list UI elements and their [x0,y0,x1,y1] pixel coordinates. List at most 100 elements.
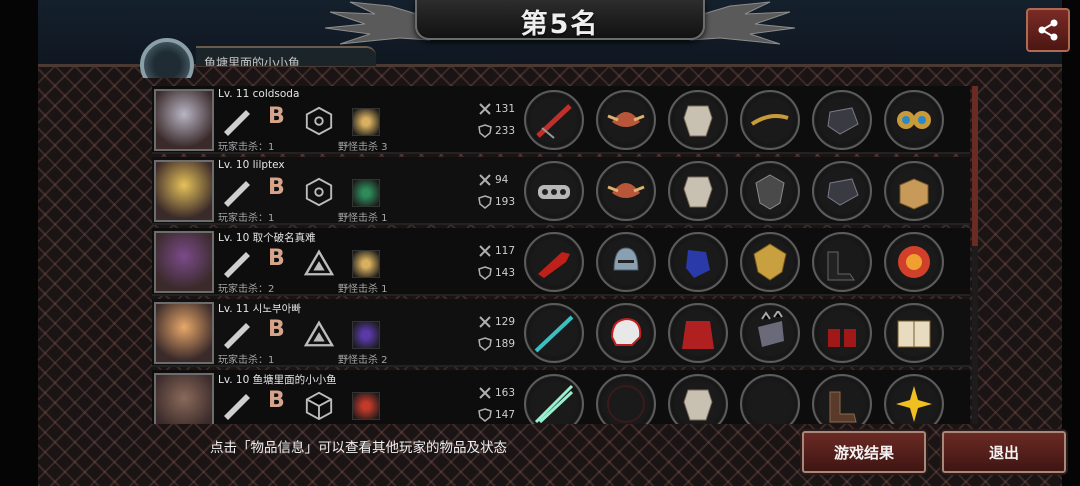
item-slot[interactable] [740,161,800,221]
player-list[interactable]: Lv. 11 coldsoda B 玩家击杀：1 野怪击杀 3 131 233 … [152,86,970,424]
monster-kill-count: 野怪击杀 3 [338,142,388,153]
player-row[interactable]: Lv. 10 取个破名真难 B 玩家击杀：2 野怪击杀 1 117 143 [152,228,970,296]
monster-kill-count: 野怪击杀 1 [338,213,388,224]
crossed-swords-icon [479,245,491,257]
item-slot[interactable] [524,161,584,221]
hint-text: 点击「物品信息」可以查看其他玩家的物品及状态 [210,440,507,456]
red-jacket-icon [682,321,714,349]
scrollbar[interactable] [972,86,978,424]
empty-slot [748,382,792,424]
item-slot[interactable] [884,303,944,363]
pet-icon [352,108,380,136]
cardboard-box-icon [899,178,929,210]
crossed-swords-icon [479,103,491,115]
item-slot[interactable] [812,374,872,424]
item-slot[interactable] [596,303,656,363]
defense-value: 143 [495,267,516,279]
item-slot[interactable] [524,303,584,363]
player-row[interactable]: Lv. 10 lilptex B 玩家击杀：1 野怪击杀 1 94 193 [152,157,970,225]
class-icon [305,106,333,136]
item-slot[interactable] [812,303,872,363]
game-result-button[interactable]: 游戏结果 [802,431,926,473]
pet-icon [352,321,380,349]
item-slot[interactable] [812,232,872,292]
defense-value: 147 [495,409,516,421]
avatar[interactable] [154,89,214,151]
share-icon [1038,19,1058,41]
player-level-name: Lv. 11 coldsoda [218,88,300,100]
exit-button[interactable]: 退出 [942,431,1066,473]
dark-ring-icon [607,385,645,423]
item-slot[interactable] [812,90,872,150]
silver-armor-icon [683,176,713,208]
crossed-swords-icon [479,387,491,399]
shield-icon [478,337,492,351]
player-row[interactable]: Lv. 11 coldsoda B 玩家击杀：1 野怪击杀 3 131 233 [152,86,970,154]
weapon-type-icon [224,110,250,136]
defense-stat: 233 [478,124,515,138]
weapon-type-icon [224,323,250,349]
item-slot[interactable] [596,90,656,150]
yellow-flower-icon [896,386,932,422]
crossed-swords-icon [479,174,491,186]
attack-value: 117 [495,245,516,257]
pvp-kill-count: 玩家击杀：1 [218,213,275,224]
item-slot[interactable] [596,161,656,221]
avatar[interactable] [154,160,214,222]
avatar[interactable] [154,373,214,424]
avatar[interactable] [154,302,214,364]
red-heels-icon [828,329,856,347]
item-slot[interactable] [524,232,584,292]
right-edge [1062,0,1080,486]
light-saber-icon [534,384,574,424]
attack-value: 163 [495,387,516,399]
item-slot[interactable] [884,232,944,292]
monster-kill-count: 野怪击杀 1 [338,284,388,295]
dark-shield-icon [755,174,785,210]
item-slot[interactable] [884,374,944,424]
scrollbar-thumb[interactable] [972,86,978,246]
player-row[interactable]: Lv. 11 시노부아빠 B 玩家击杀：1 野怪击杀 2 129 189 [152,299,970,367]
attack-value: 131 [495,103,516,115]
item-slot[interactable] [668,232,728,292]
attack-stat: 131 [478,102,515,116]
attack-stat: 117 [478,244,515,258]
shield-icon [478,266,492,280]
defense-value: 189 [495,338,516,350]
item-slot[interactable] [740,303,800,363]
grade-badge: B [268,317,285,342]
player-row[interactable]: Lv. 10 鱼塘里面的小小鱼 B 163 147 [152,370,970,424]
knuckle-duster-icon [538,185,570,199]
equipment-slots [524,232,954,292]
pvp-kill-count: 玩家击杀：2 [218,284,275,295]
item-slot[interactable] [596,232,656,292]
grade-badge: B [268,175,285,200]
item-slot[interactable] [524,374,584,424]
grade-badge: B [268,246,285,271]
rank-title-banner: 第5名 [415,0,705,40]
moto-helmet-icon [610,317,642,346]
share-button[interactable] [1026,8,1070,52]
spell-book-icon [897,320,931,348]
item-slot[interactable] [668,90,728,150]
silver-armor-icon [683,389,713,421]
item-slot[interactable] [740,232,800,292]
item-slot[interactable] [740,374,800,424]
item-slot[interactable] [596,374,656,424]
item-slot[interactable] [668,161,728,221]
item-slot[interactable] [884,161,944,221]
item-slot[interactable] [812,161,872,221]
item-slot[interactable] [884,90,944,150]
shield-icon [478,124,492,138]
item-slot[interactable] [668,303,728,363]
item-slot[interactable] [668,374,728,424]
defense-stat: 189 [478,337,515,351]
player-level-name: Lv. 10 取个破名真难 [218,232,316,244]
item-slot[interactable] [524,90,584,150]
item-slot[interactable] [740,90,800,150]
fire-orb-icon [898,246,930,278]
player-level-name: Lv. 11 시노부아빠 [218,303,301,315]
class-icon [303,320,335,347]
spiked-gauntlet-icon [758,311,784,347]
avatar[interactable] [154,231,214,293]
